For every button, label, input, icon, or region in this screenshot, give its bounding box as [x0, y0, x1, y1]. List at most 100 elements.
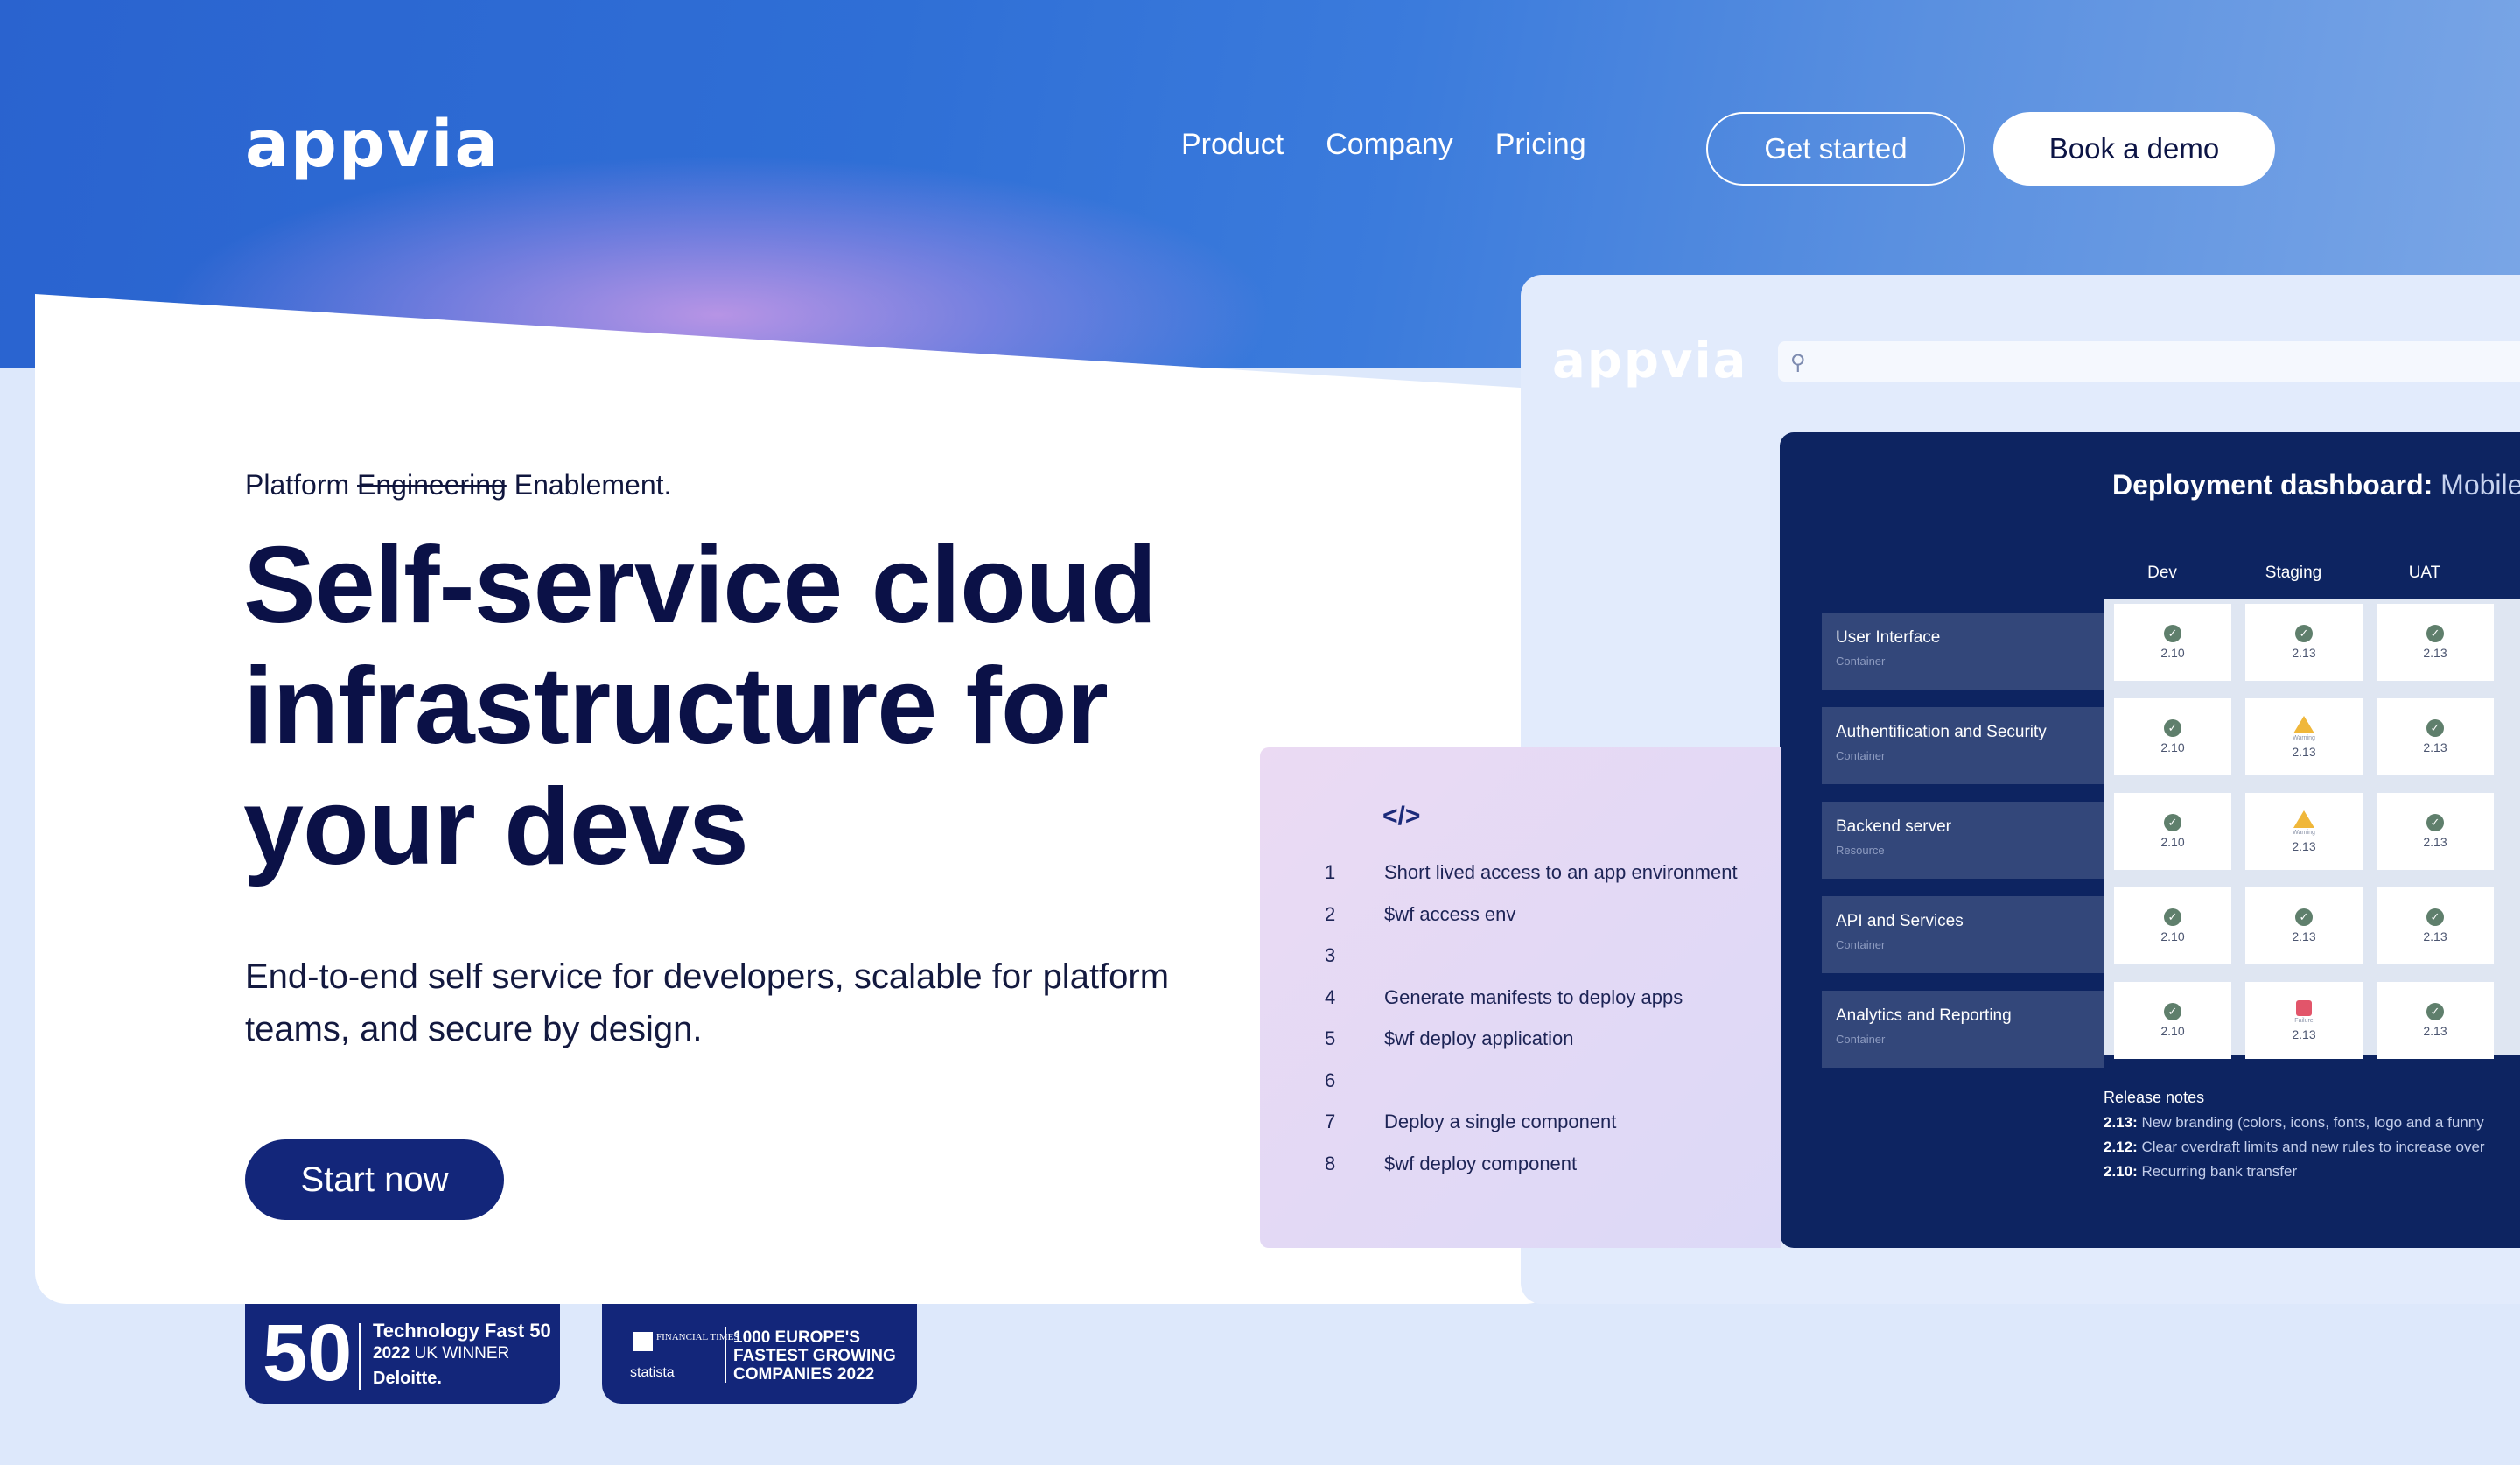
- status-cell[interactable]: ✓ 2.13: [2376, 698, 2494, 775]
- line-number: 8: [1325, 1152, 1336, 1174]
- code-line: 6: [1260, 1069, 1782, 1097]
- status-cell[interactable]: Failure 2.13: [2245, 982, 2362, 1059]
- line-number: 7: [1325, 1111, 1336, 1132]
- status-cell[interactable]: ✓ 2.13: [2376, 793, 2494, 870]
- version-label: 2.13: [2423, 1024, 2447, 1038]
- dashboard-row-label[interactable]: User Interface Container: [1822, 613, 2104, 690]
- appvia-logo[interactable]: appvia: [245, 107, 500, 182]
- check-icon: ✓: [2164, 814, 2181, 831]
- code-line: 3: [1260, 944, 1782, 972]
- hero-tagline: Platform Engineering Enablement.: [245, 469, 672, 501]
- version-label: 2.10: [2160, 740, 2185, 754]
- version-label: 2.13: [2292, 646, 2316, 660]
- line-number: 6: [1325, 1069, 1336, 1091]
- failure-icon: [2296, 999, 2312, 1016]
- version-label: 2.13: [2292, 929, 2316, 943]
- version-label: 2.10: [2160, 646, 2185, 660]
- version-label: 2.13: [2423, 740, 2447, 754]
- column-uat: UAT: [2408, 564, 2441, 582]
- check-icon: ✓: [2426, 908, 2444, 926]
- code-line: 7 Deploy a single component: [1260, 1111, 1782, 1139]
- release-note: 2.12: Clear overdraft limits and new rul…: [2104, 1139, 2485, 1155]
- code-line: 1 Short lived access to an app environmen…: [1260, 861, 1782, 889]
- status-label: Warning: [2292, 734, 2315, 741]
- check-icon: ✓: [2164, 1003, 2181, 1020]
- hero-subtext: End-to-end self service for developers, …: [245, 957, 1170, 1048]
- warning-icon: [2293, 715, 2314, 733]
- check-icon: ✓: [2295, 625, 2313, 642]
- release-notes: Release notes 2.13: New branding (colors…: [2104, 1089, 2520, 1188]
- line-number: 2: [1325, 902, 1336, 925]
- column-staging: Staging: [2264, 564, 2322, 582]
- version-label: 2.10: [2160, 929, 2185, 943]
- status-cell[interactable]: ✓ 2.13: [2376, 982, 2494, 1059]
- check-icon: ✓: [2426, 719, 2444, 737]
- status-cell[interactable]: ✓ 2.10: [2114, 698, 2231, 775]
- dashboard-row-label[interactable]: API and Services Container: [1822, 896, 2104, 973]
- status-cell[interactable]: ✓ 2.13: [2245, 604, 2362, 681]
- check-icon: ✓: [2426, 625, 2444, 642]
- status-cell[interactable]: Warning 2.13: [2245, 793, 2362, 870]
- line-text: $wf access env: [1384, 902, 1516, 925]
- nav-company[interactable]: Company: [1326, 128, 1453, 162]
- status-label: Failure: [2294, 1017, 2314, 1024]
- version-label: 2.13: [2423, 646, 2447, 660]
- search-icon: ⚲: [1790, 351, 1806, 375]
- line-number: 3: [1325, 944, 1336, 966]
- nav-product[interactable]: Product: [1181, 128, 1284, 162]
- status-cell[interactable]: ✓ 2.10: [2114, 793, 2231, 870]
- check-icon: ✓: [2164, 625, 2181, 642]
- code-icon: </>: [1382, 802, 1421, 831]
- warning-icon: [2293, 810, 2314, 828]
- code-line: 5 $wf deploy application: [1260, 1027, 1782, 1055]
- hero-headline: Self-service cloud infrastructure for yo…: [243, 525, 1157, 887]
- deloitte-fast50-badge: 50 Technology Fast 50 2022 UK WINNER Del…: [245, 1304, 560, 1404]
- book-demo-button[interactable]: Book a demo: [1993, 112, 2275, 186]
- check-icon: ✓: [2426, 814, 2444, 831]
- status-cell[interactable]: ✓ 2.10: [2114, 982, 2231, 1059]
- version-label: 2.10: [2160, 835, 2185, 849]
- check-icon: ✓: [2164, 719, 2181, 737]
- line-number: 4: [1325, 985, 1336, 1008]
- line-text: Generate manifests to deploy apps: [1384, 985, 1684, 1008]
- version-label: 2.13: [2292, 1027, 2316, 1041]
- line-text: Short lived access to an app environment: [1384, 861, 1738, 883]
- release-note: 2.13: New branding (colors, icons, fonts…: [2104, 1114, 2484, 1131]
- version-label: 2.13: [2292, 744, 2316, 759]
- deployment-dashboard: Deployment dashboard: Mobile Dev Staging…: [1780, 432, 2520, 1248]
- status-label: Warning: [2292, 829, 2315, 836]
- check-icon: ✓: [2426, 1003, 2444, 1020]
- ft-logo-icon: [634, 1332, 653, 1351]
- dashboard-title: Deployment dashboard: Mobile: [2112, 469, 2520, 501]
- app-search-bar: ⚲: [1778, 341, 2520, 382]
- version-label: 2.13: [2423, 929, 2447, 943]
- ft-1000-badge: FINANCIAL TIMES statista 1000 EUROPE'S F…: [602, 1304, 917, 1404]
- line-number: 5: [1325, 1027, 1336, 1049]
- status-cell[interactable]: ✓ 2.10: [2114, 887, 2231, 964]
- dashboard-row-label[interactable]: Backend server Resource: [1822, 802, 2104, 879]
- main-nav: Product Company Pricing: [1181, 128, 1586, 162]
- status-cell[interactable]: Warning 2.13: [2245, 698, 2362, 775]
- dashboard-row-label[interactable]: Analytics and Reporting Container: [1822, 991, 2104, 1068]
- status-cell[interactable]: ✓ 2.13: [2376, 887, 2494, 964]
- status-cell[interactable]: ✓ 2.13: [2245, 887, 2362, 964]
- get-started-button[interactable]: Get started: [1706, 112, 1965, 186]
- start-now-button[interactable]: Start now: [245, 1139, 504, 1220]
- dashboard-row-label[interactable]: Authentification and Security Container: [1822, 707, 2104, 784]
- release-note: 2.10: Recurring bank transfer: [2104, 1163, 2298, 1180]
- code-line: 8 $wf deploy component: [1260, 1153, 1782, 1181]
- status-cell[interactable]: ✓ 2.13: [2376, 604, 2494, 681]
- nav-pricing[interactable]: Pricing: [1495, 128, 1586, 162]
- check-icon: ✓: [2164, 908, 2181, 926]
- status-cell[interactable]: ✓ 2.10: [2114, 604, 2231, 681]
- version-label: 2.10: [2160, 1024, 2185, 1038]
- line-text: $wf deploy application: [1384, 1027, 1574, 1049]
- line-number: 1: [1325, 861, 1336, 883]
- line-text: $wf deploy component: [1384, 1152, 1578, 1174]
- check-icon: ✓: [2295, 908, 2313, 926]
- app-logo: appvia: [1552, 333, 1748, 389]
- cli-code-card: </> 1 Short lived access to an app enviro…: [1260, 747, 1782, 1248]
- code-line: 2 $wf access env: [1260, 903, 1782, 931]
- line-text: Deploy a single component: [1384, 1111, 1617, 1132]
- code-line: 4 Generate manifests to deploy apps: [1260, 986, 1782, 1014]
